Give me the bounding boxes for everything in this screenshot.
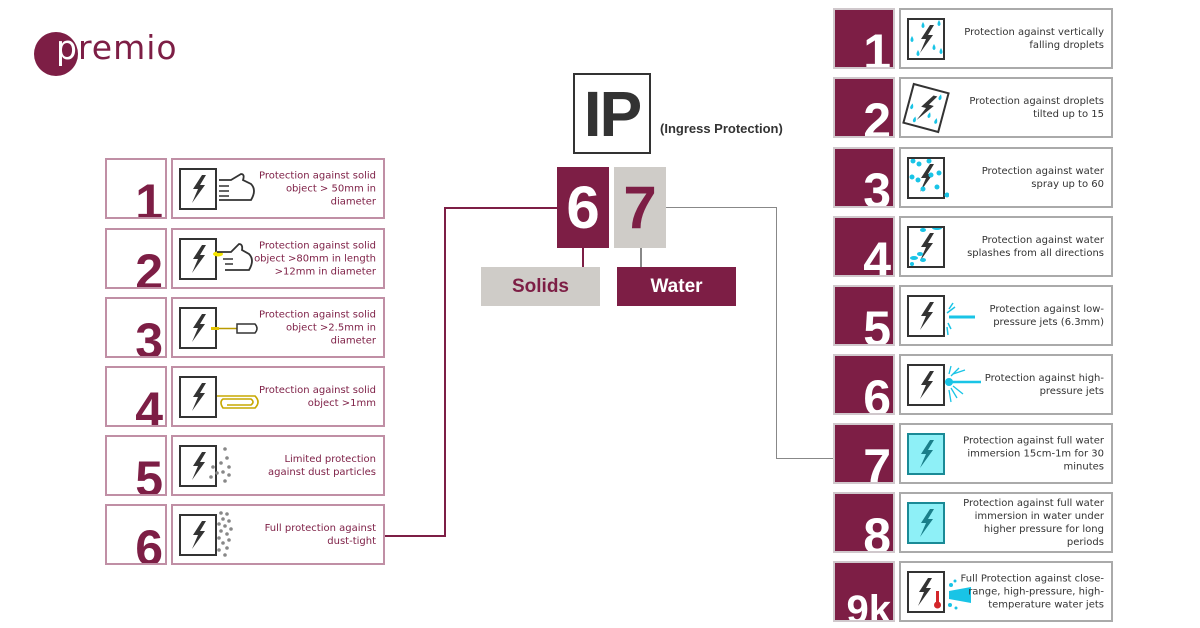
solids-description: Limited protection against dust particle… [268, 453, 376, 478]
solids-level: 4 [135, 382, 163, 427]
connector-water-bottom [776, 458, 833, 459]
connector-water-top [666, 207, 777, 208]
water-level-cell: 6 [833, 354, 895, 415]
solids-desc-cell: Protection against solid object >2.5mm i… [171, 297, 385, 358]
connector-solids-vertical [444, 207, 446, 537]
solids-level-cell: 5 [105, 435, 167, 496]
tilted-droplets-icon [902, 82, 950, 134]
water-level: 4 [863, 232, 891, 277]
connector-solids-bottom [385, 535, 446, 537]
water-desc-cell: Protection against water splashes from a… [899, 216, 1113, 277]
solids-description: Protection against solid object >1mm [258, 384, 376, 409]
screwdriver-icon [179, 307, 258, 349]
first-digit-solids: 6 [557, 167, 609, 248]
water-desc-cell: Full Protection against close-range, hig… [899, 561, 1113, 622]
water-level: 2 [863, 93, 891, 138]
solids-desc-cell: Full protection against dust-tight [171, 504, 385, 565]
vertical-droplets-icon [907, 18, 945, 60]
solids-level: 2 [135, 244, 163, 289]
premio-logo: premio [34, 28, 194, 78]
water-description: Protection against high-pressure jets [984, 372, 1104, 397]
water-level: 9k [846, 588, 892, 622]
water-level-cell: 9k [833, 561, 895, 622]
logo-rest: remio [77, 28, 178, 67]
water-description: Protection against low-pressure jets (6.… [989, 303, 1104, 328]
water-level-cell: 1 [833, 8, 895, 69]
solids-level-cell: 2 [105, 228, 167, 289]
water-description: Protection against water spray up to 60 [981, 165, 1104, 190]
dust-icon [179, 445, 231, 487]
hot-jet-icon [907, 571, 971, 613]
water-level-cell: 5 [833, 285, 895, 346]
water-level: 6 [863, 370, 891, 415]
high-pressure-jet-icon [907, 364, 981, 406]
ip-label-box: IP [573, 73, 651, 154]
solids-level-cell: 4 [105, 366, 167, 427]
ip-subtitle: (Ingress Protection) [660, 121, 783, 136]
solids-level: 5 [135, 451, 163, 496]
hand-icon [179, 168, 255, 210]
connector-water-vertical [776, 207, 777, 459]
water-desc-cell: Protection against full water immersion … [899, 492, 1113, 553]
water-level-cell: 7 [833, 423, 895, 484]
solids-level: 1 [135, 174, 163, 219]
water-level: 3 [863, 163, 891, 208]
solids-desc-cell: Limited protection against dust particle… [171, 435, 385, 496]
water-level-cell: 2 [833, 77, 895, 138]
immersion-icon [907, 433, 945, 475]
solids-level-cell: 3 [105, 297, 167, 358]
water-description: Full Protection against close-range, hig… [960, 573, 1104, 610]
deep-immersion-icon [907, 502, 945, 544]
water-desc-cell: Protection against full water immersion … [899, 423, 1113, 484]
solids-label: Solids [481, 267, 600, 306]
paperclip-icon [179, 376, 259, 418]
water-level-cell: 4 [833, 216, 895, 277]
solids-description: Protection against solid object >80mm in… [254, 240, 376, 277]
water-description: Protection against full water immersion … [963, 435, 1104, 472]
water-description: Protection against droplets tilted up to… [969, 95, 1104, 120]
solids-description: Full protection against dust-tight [264, 522, 376, 547]
connector-6-to-solids [582, 248, 584, 267]
water-desc-cell: Protection against vertically falling dr… [899, 8, 1113, 69]
solids-level: 3 [135, 313, 163, 358]
water-level-cell: 8 [833, 492, 895, 553]
low-pressure-jet-icon [907, 295, 975, 337]
water-desc-cell: Protection against high-pressure jets [899, 354, 1113, 415]
water-description: Protection against water splashes from a… [967, 234, 1104, 259]
water-level-cell: 3 [833, 147, 895, 208]
water-desc-cell: Protection against water spray up to 60 [899, 147, 1113, 208]
solids-level-cell: 1 [105, 158, 167, 219]
spray-icon [907, 157, 949, 199]
water-level: 1 [863, 24, 891, 69]
logo-text: premio [56, 28, 178, 67]
water-desc-cell: Protection against low-pressure jets (6.… [899, 285, 1113, 346]
solids-level: 6 [135, 520, 163, 565]
ip-label: IP [583, 77, 642, 150]
water-level: 5 [863, 301, 891, 346]
water-description: Protection against vertically falling dr… [964, 26, 1104, 51]
second-digit-water: 7 [614, 167, 666, 248]
splash-icon [907, 226, 945, 268]
solids-description: Protection against solid object >2.5mm i… [258, 309, 376, 346]
connector-solids-top [444, 207, 557, 209]
logo-letter-p: p [56, 28, 78, 67]
water-level: 7 [863, 439, 891, 484]
solids-level-cell: 6 [105, 504, 167, 565]
finger-icon [179, 238, 253, 280]
solids-desc-cell: Protection against solid object >80mm in… [171, 228, 385, 289]
solids-description: Protection against solid object > 50mm i… [258, 170, 376, 207]
dense-dust-icon [179, 511, 233, 557]
solids-desc-cell: Protection against solid object >1mm [171, 366, 385, 427]
water-desc-cell: Protection against droplets tilted up to… [899, 77, 1113, 138]
water-level: 8 [863, 508, 891, 553]
water-description: Protection against full water immersion … [963, 497, 1104, 548]
connector-7-to-water [640, 248, 642, 267]
solids-desc-cell: Protection against solid object > 50mm i… [171, 158, 385, 219]
water-label: Water [617, 267, 736, 306]
